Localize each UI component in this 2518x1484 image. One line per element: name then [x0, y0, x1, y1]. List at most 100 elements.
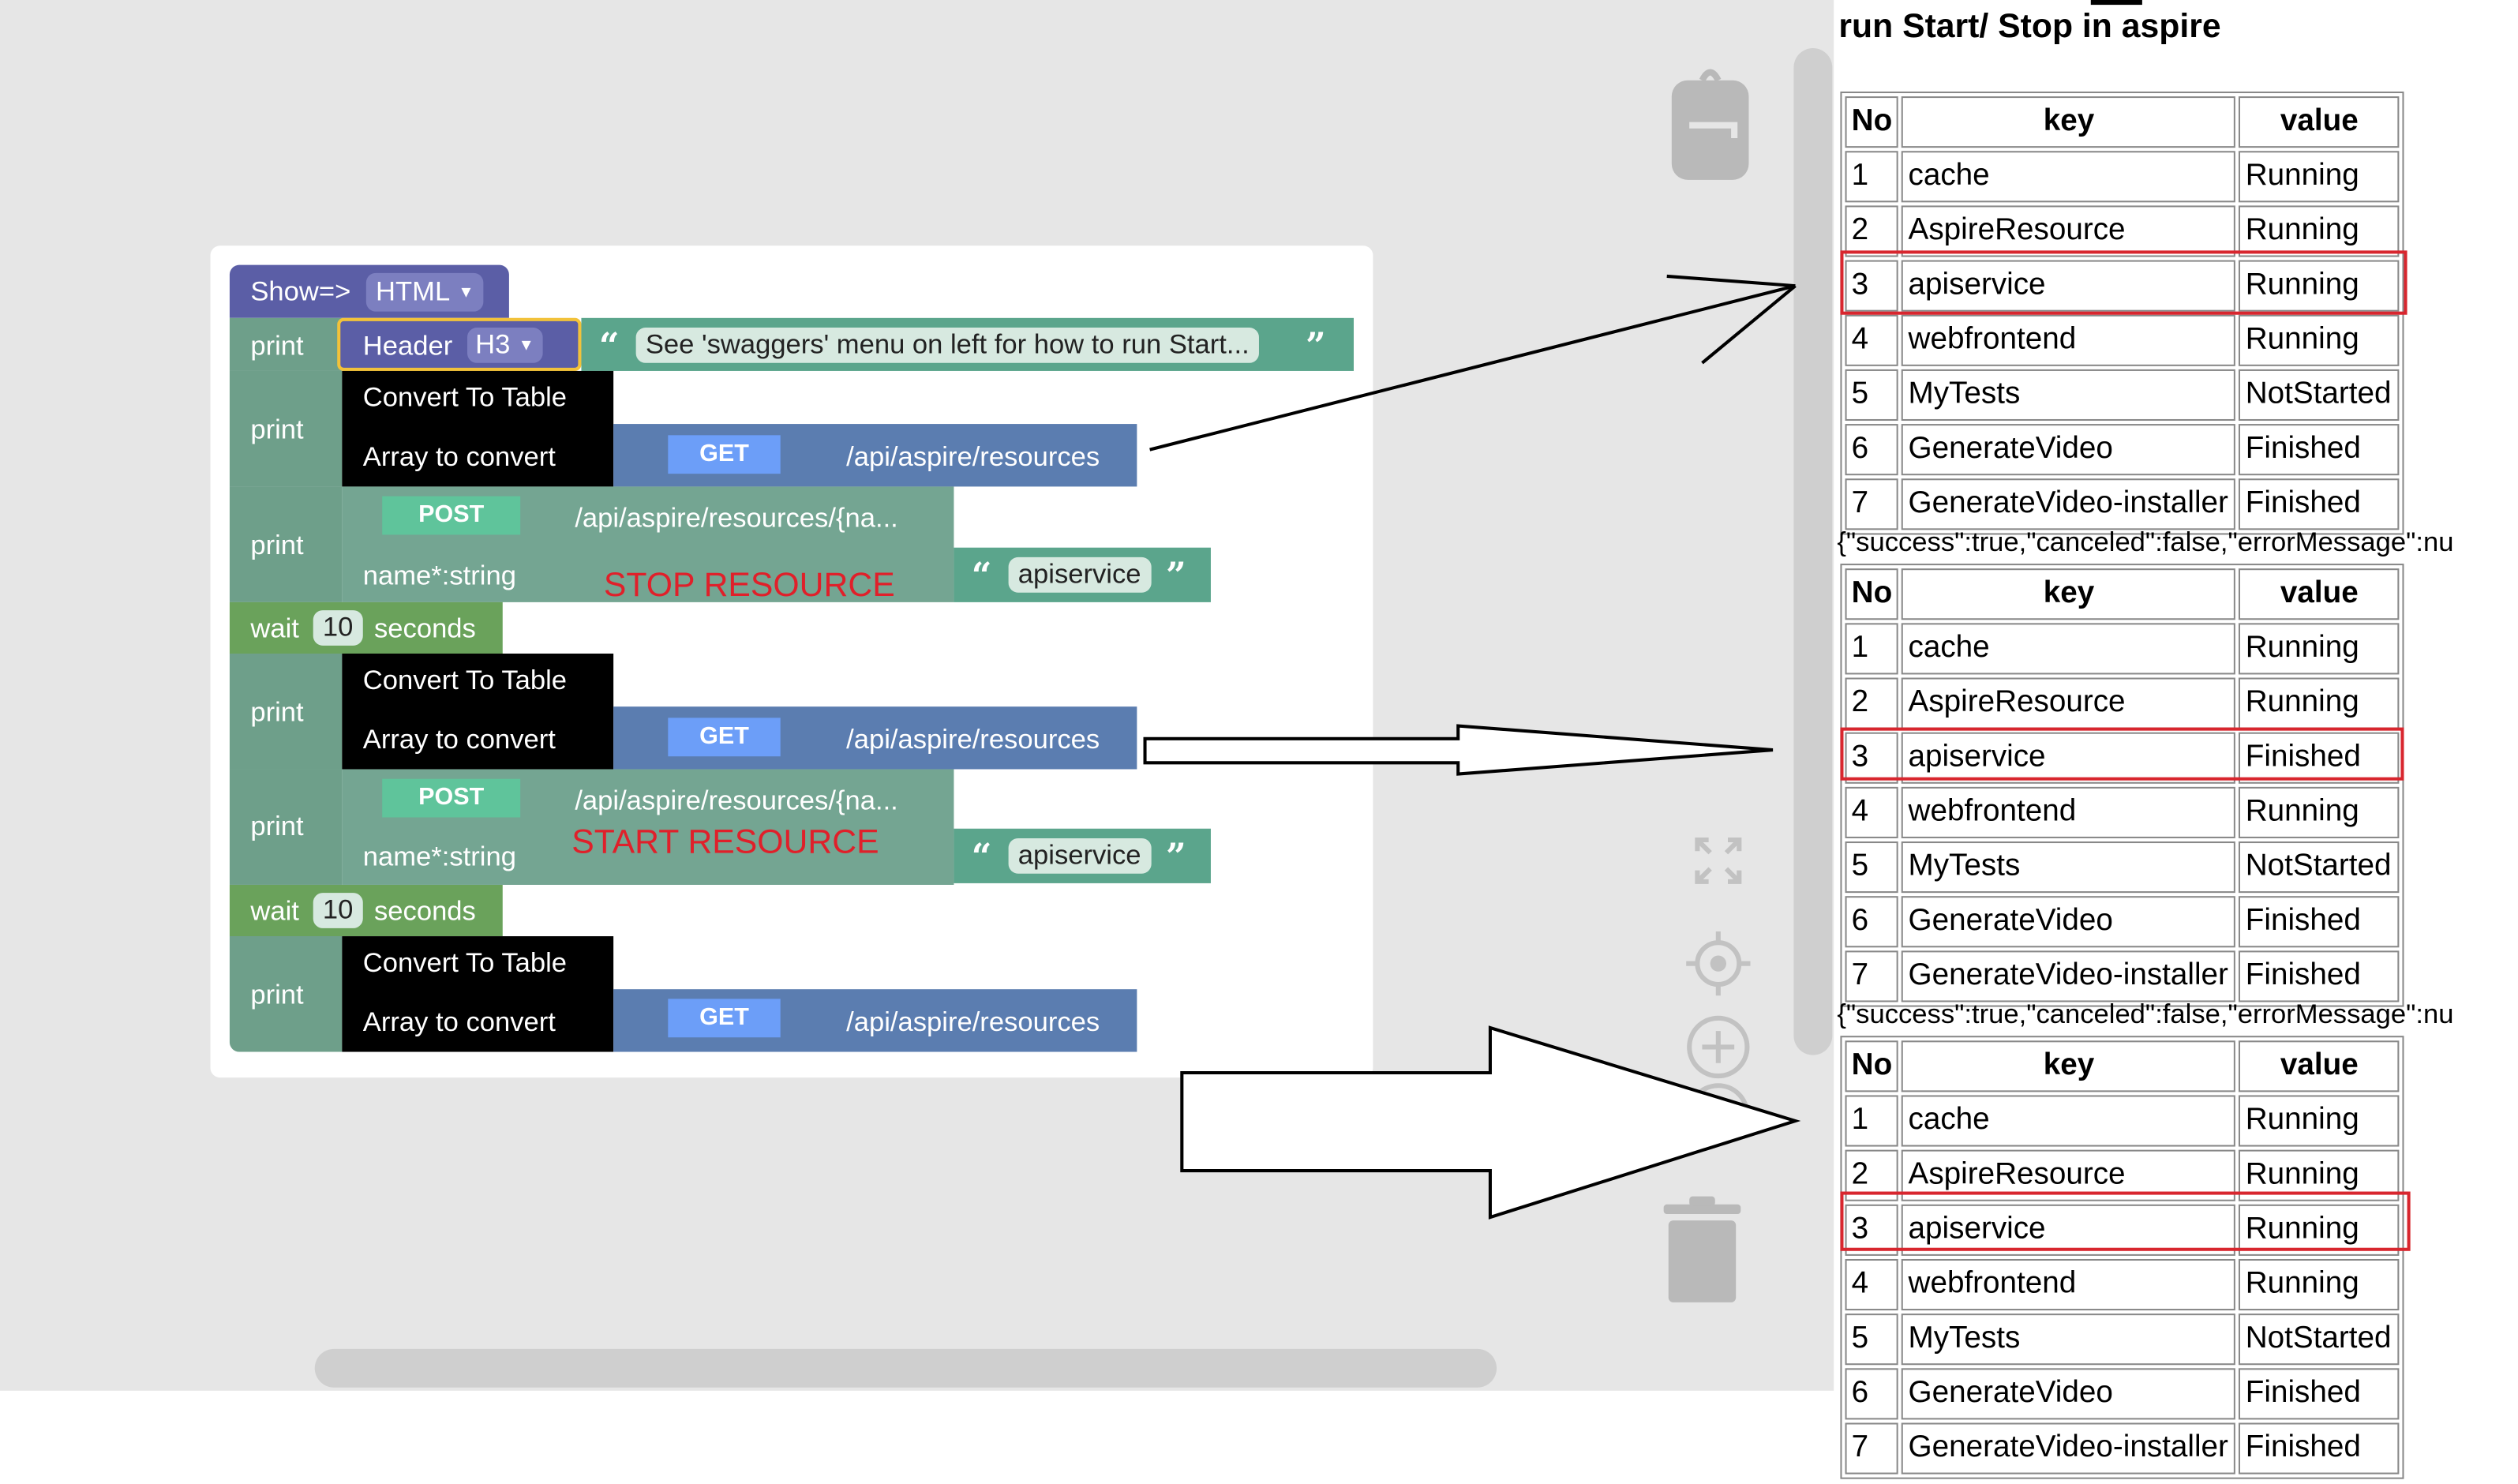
print-label: print [250, 331, 304, 362]
wait-seconds-field[interactable]: 10 [313, 610, 363, 646]
wait-seconds-field[interactable]: 10 [313, 893, 363, 928]
target-icon[interactable] [1686, 931, 1751, 996]
table-header-value: value [2239, 568, 2400, 620]
table-row: 1 cache Running [1845, 151, 2400, 203]
print-label: print [250, 530, 304, 561]
backpack-icon[interactable] [1670, 61, 1751, 183]
cell-key: AspireResource [1902, 677, 2236, 729]
horizontal-scrollbar[interactable] [314, 1348, 1497, 1388]
cell-key: GenerateVideo-installer [1902, 1422, 2236, 1475]
table-header-key: key [1902, 96, 2236, 148]
cell-key: GenerateVideo [1902, 1368, 2236, 1420]
table-row: 6 GenerateVideo Finished [1845, 424, 2400, 476]
cell-key: GenerateVideo-installer [1902, 478, 2236, 530]
cell-key: MyTests [1902, 369, 2236, 422]
cell-no: 4 [1845, 314, 1899, 366]
print-label: print [250, 696, 304, 728]
clipped-heading-top [2090, 0, 2142, 6]
cell-value: NotStarted [2239, 841, 2400, 894]
header-level-dropdown[interactable]: H3 ▼ [467, 328, 542, 363]
name-param-label: name*:string [362, 560, 516, 591]
blockly-workspace[interactable]: Show=> HTML ▼ print Header H3 ▼ “ See 'swa… [0, 0, 1834, 1391]
cell-value: Running [2239, 1095, 2400, 1147]
chevron-down-icon: ▼ [518, 337, 534, 355]
cell-key: GenerateVideo [1902, 896, 2236, 948]
array-to-convert-label: Array to convert [362, 724, 556, 755]
cell-value: NotStarted [2239, 1313, 2400, 1366]
cell-value: Running [2239, 677, 2400, 729]
table-row: 6 GenerateVideo Finished [1845, 1368, 2400, 1420]
open-quote-icon: “ [971, 555, 992, 598]
get-path-label: /api/aspire/resources [846, 1006, 1100, 1038]
table-row: 4 webfrontend Running [1845, 1258, 2400, 1311]
cell-no: 4 [1845, 786, 1899, 838]
cell-no: 4 [1845, 1258, 1899, 1311]
name-value-field[interactable]: apiservice [1008, 838, 1151, 874]
table-header-value: value [2239, 96, 2400, 148]
cell-key: GenerateVideo [1902, 424, 2236, 476]
cell-value: Running [2239, 786, 2400, 838]
cell-no: 6 [1845, 896, 1899, 948]
cell-value: Finished [2239, 896, 2400, 948]
cell-value: Finished [2239, 1368, 2400, 1420]
post-path-label: /api/aspire/resources/{na... [575, 502, 898, 534]
table-row: 5 MyTests NotStarted [1845, 841, 2400, 894]
cell-key: MyTests [1902, 841, 2236, 894]
show-label: Show=> [250, 275, 351, 307]
table-row: 6 GenerateVideo Finished [1845, 896, 2400, 948]
cell-no: 1 [1845, 623, 1899, 675]
table-row: 7 GenerateVideo-installer Finished [1845, 950, 2400, 1002]
cell-key: cache [1902, 151, 2236, 203]
highlight-apiservice-row [1840, 250, 2407, 315]
cell-no: 2 [1845, 205, 1899, 257]
table-row: 7 GenerateVideo-installer Finished [1845, 478, 2400, 530]
cell-key: webfrontend [1902, 314, 2236, 366]
cell-key: AspireResource [1902, 205, 2236, 257]
cell-no: 1 [1845, 151, 1899, 203]
table-header-no: No [1845, 96, 1899, 148]
vertical-scrollbar[interactable] [1793, 48, 1833, 1055]
stop-resource-annotation: STOP RESOURCE [603, 567, 895, 604]
table-row: 4 webfrontend Running [1845, 314, 2400, 366]
print-label: print [250, 414, 304, 445]
cell-value: Running [2239, 151, 2400, 203]
show-format-dropdown[interactable]: HTML ▼ [365, 272, 484, 312]
table-row: 5 MyTests NotStarted [1845, 1313, 2400, 1366]
cell-key: MyTests [1902, 1313, 2236, 1366]
header-level-value: H3 [475, 329, 511, 360]
chevron-down-icon: ▼ [458, 284, 474, 302]
cell-value: Running [2239, 623, 2400, 675]
cell-no: 6 [1845, 424, 1899, 476]
table-header-key: key [1902, 1040, 2236, 1092]
header-text-field[interactable]: See 'swaggers' menu on left for how to r… [635, 328, 1259, 363]
header-label: Header [362, 331, 453, 362]
convert-table-label: Convert To Table [362, 665, 568, 695]
json-response-line: {"success":true,"canceled":false,"errorM… [1837, 527, 2454, 557]
start-resource-annotation: START RESOURCE [571, 823, 879, 861]
name-value-field[interactable]: apiservice [1008, 556, 1151, 593]
table-header-value: value [2239, 1040, 2400, 1092]
cell-value: Running [2239, 314, 2400, 366]
zoom-in-icon[interactable] [1686, 1015, 1750, 1079]
wait-unit-label: seconds [374, 613, 476, 644]
show-format-value: HTML [376, 275, 451, 307]
table-row: 5 MyTests NotStarted [1845, 369, 2400, 422]
json-response-line: {"success":true,"canceled":false,"errorM… [1837, 999, 2454, 1030]
table-row: 4 webfrontend Running [1845, 786, 2400, 838]
table-row: 1 cache Running [1845, 1095, 2400, 1147]
highlight-apiservice-row [1840, 727, 2404, 781]
close-quote-icon: ” [1165, 836, 1186, 879]
trash-icon[interactable] [1661, 1195, 1744, 1304]
array-to-convert-label: Array to convert [362, 1006, 556, 1038]
name-param-label: name*:string [362, 841, 516, 872]
cell-no: 1 [1845, 1095, 1899, 1147]
wait-label: wait [250, 613, 299, 644]
output-heading: run Start/ Stop in aspire [1838, 8, 2221, 45]
array-to-convert-label: Array to convert [362, 441, 556, 473]
post-method-badge: POST [382, 778, 521, 818]
cell-value: Finished [2239, 478, 2400, 530]
get-method-badge: GET [668, 718, 781, 757]
table-header-no: No [1845, 1040, 1899, 1092]
fullscreen-icon[interactable] [1692, 835, 1744, 886]
zoom-out-icon[interactable] [1686, 1082, 1750, 1146]
